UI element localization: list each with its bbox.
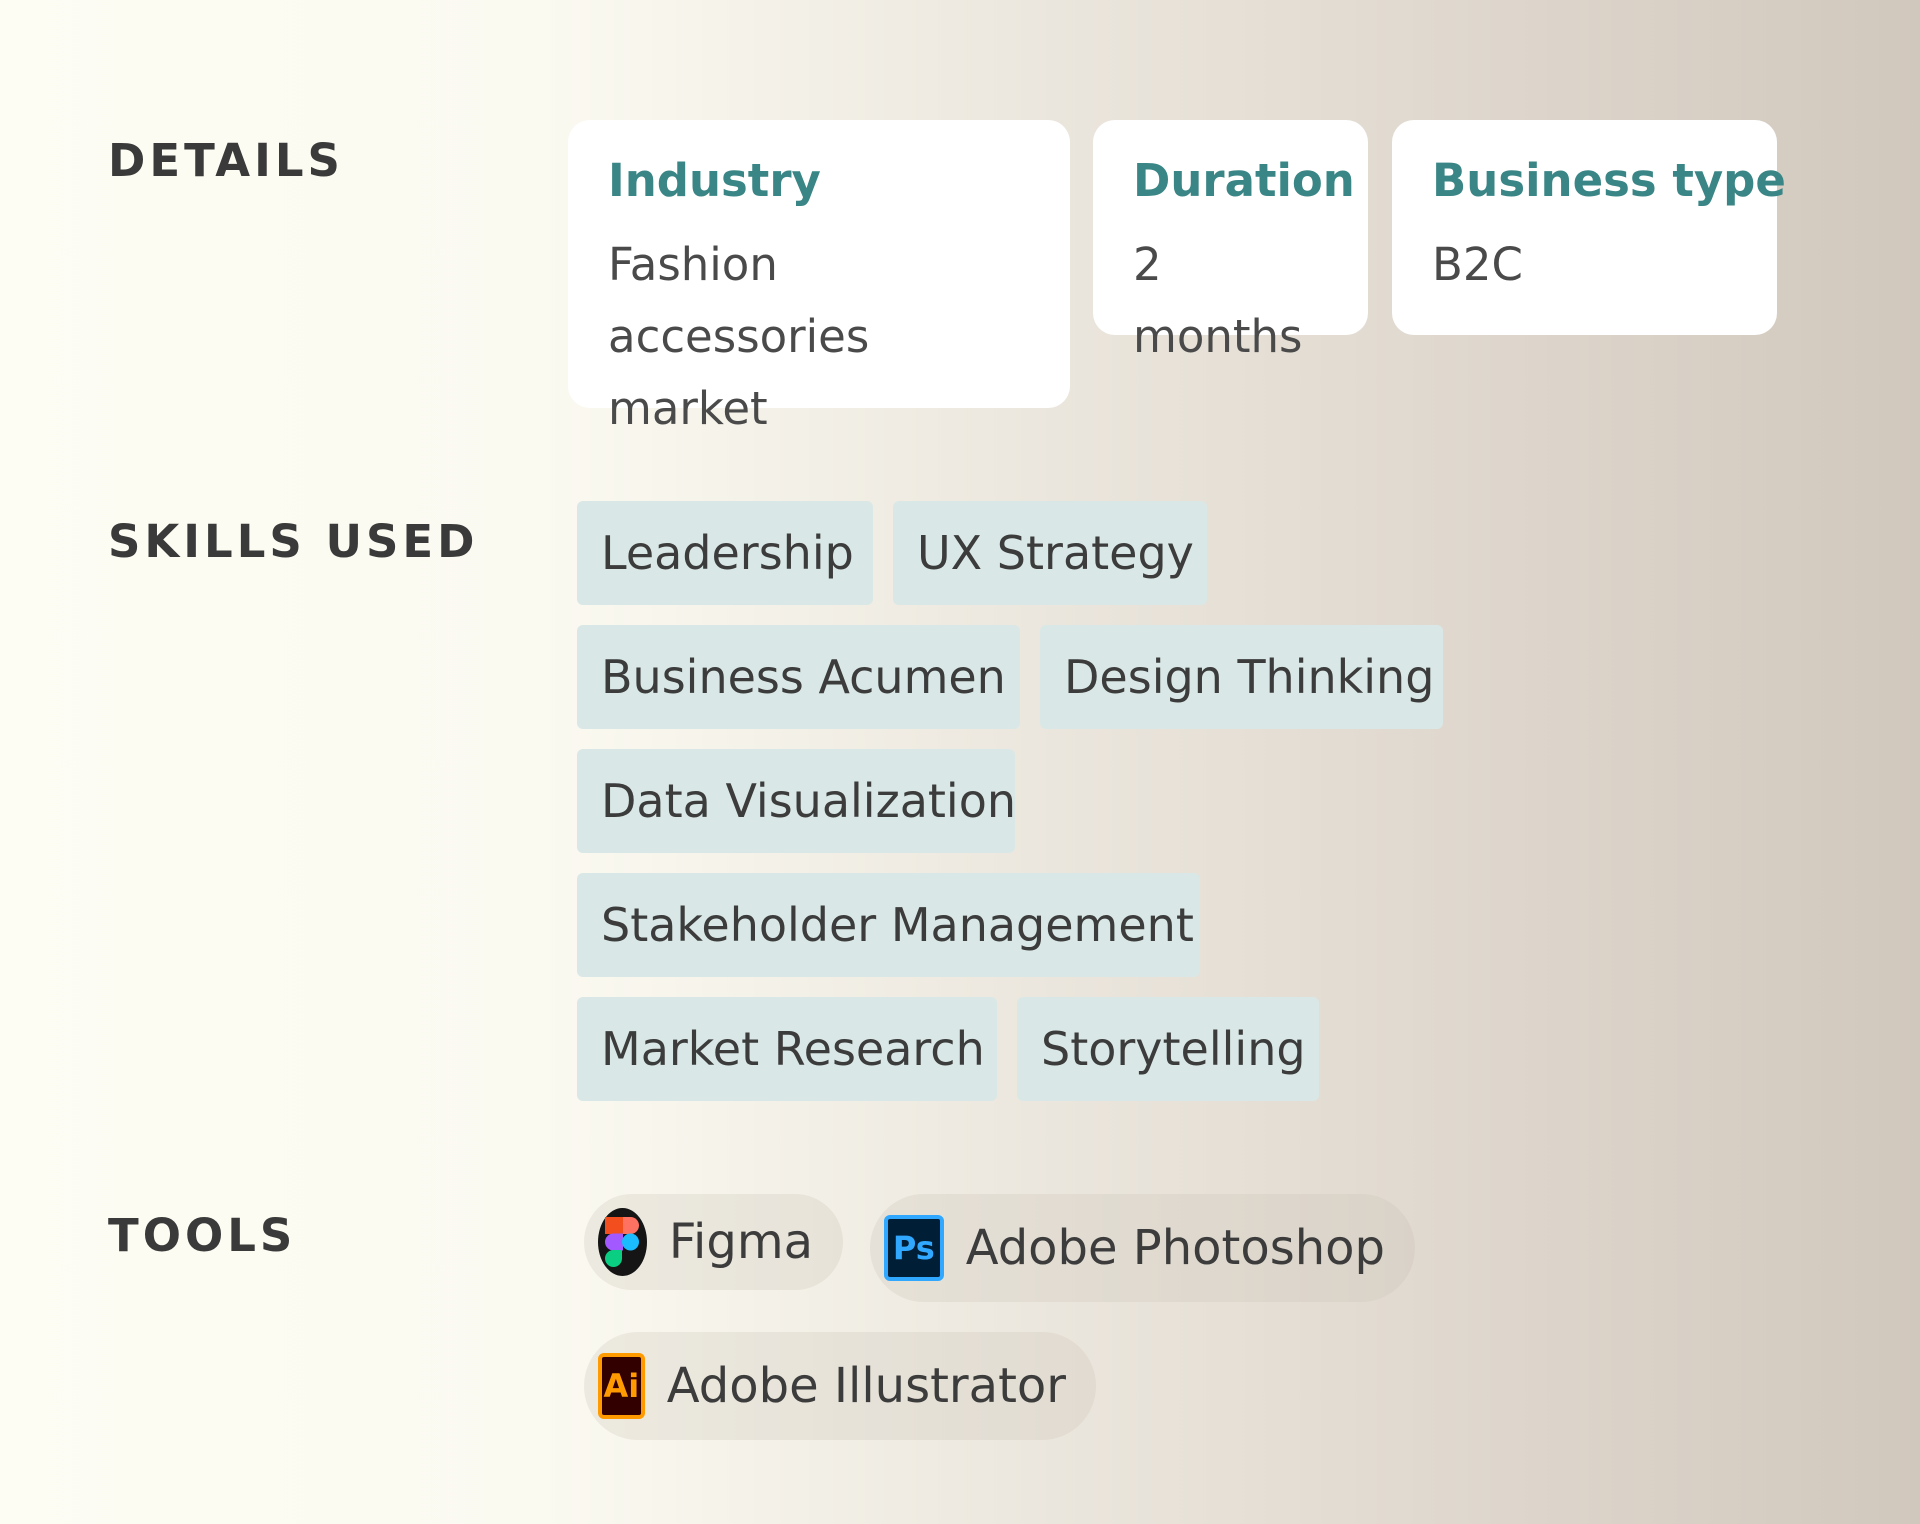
tool-photoshop-label: Adobe Photoshop — [965, 1220, 1385, 1276]
figma-icon — [598, 1208, 647, 1276]
skill-chip-business-acumen: Business Acumen — [577, 625, 1020, 729]
illustrator-icon: Ai — [598, 1353, 645, 1419]
industry-title: Industry — [608, 154, 821, 207]
photoshop-icon: Ps — [884, 1215, 944, 1281]
skill-chip-storytelling: Storytelling — [1017, 997, 1319, 1101]
skill-chip-ux-strategy: UX Strategy — [893, 501, 1207, 605]
business-type-card: Business type B2C — [1392, 120, 1786, 335]
skill-chip-data-visualization: Data Visualization — [577, 749, 1016, 853]
business-type-title: Business type — [1432, 154, 1786, 207]
details-heading: DETAILS — [108, 134, 344, 187]
business-type-value: B2C — [1432, 238, 1523, 291]
skill-chip-market-research: Market Research — [577, 997, 997, 1101]
tool-illustrator: Ai Adobe Illustrator — [584, 1332, 1096, 1440]
duration-title: Duration — [1133, 154, 1355, 207]
industry-value-line2: accessories market — [608, 310, 870, 435]
tools-heading: TOOLS — [108, 1209, 297, 1262]
skills-heading: SKILLS USED — [108, 515, 479, 568]
skill-chip-stakeholder-management: Stakeholder Management — [577, 873, 1200, 977]
duration-card: Duration 2 months — [1093, 120, 1368, 363]
tool-figma: Figma — [584, 1194, 843, 1290]
industry-card: Industry Fashion accessories market — [568, 120, 1070, 435]
tool-figma-label: Figma — [668, 1214, 813, 1270]
duration-value: 2 months — [1133, 238, 1303, 363]
tool-photoshop: Ps Adobe Photoshop — [870, 1194, 1415, 1302]
industry-value: Fashion accessories market — [608, 229, 1030, 445]
skill-chip-design-thinking: Design Thinking — [1040, 625, 1443, 729]
industry-value-line1: Fashion — [608, 238, 778, 291]
tool-illustrator-label: Adobe Illustrator — [666, 1358, 1066, 1414]
skill-chip-leadership: Leadership — [577, 501, 873, 605]
